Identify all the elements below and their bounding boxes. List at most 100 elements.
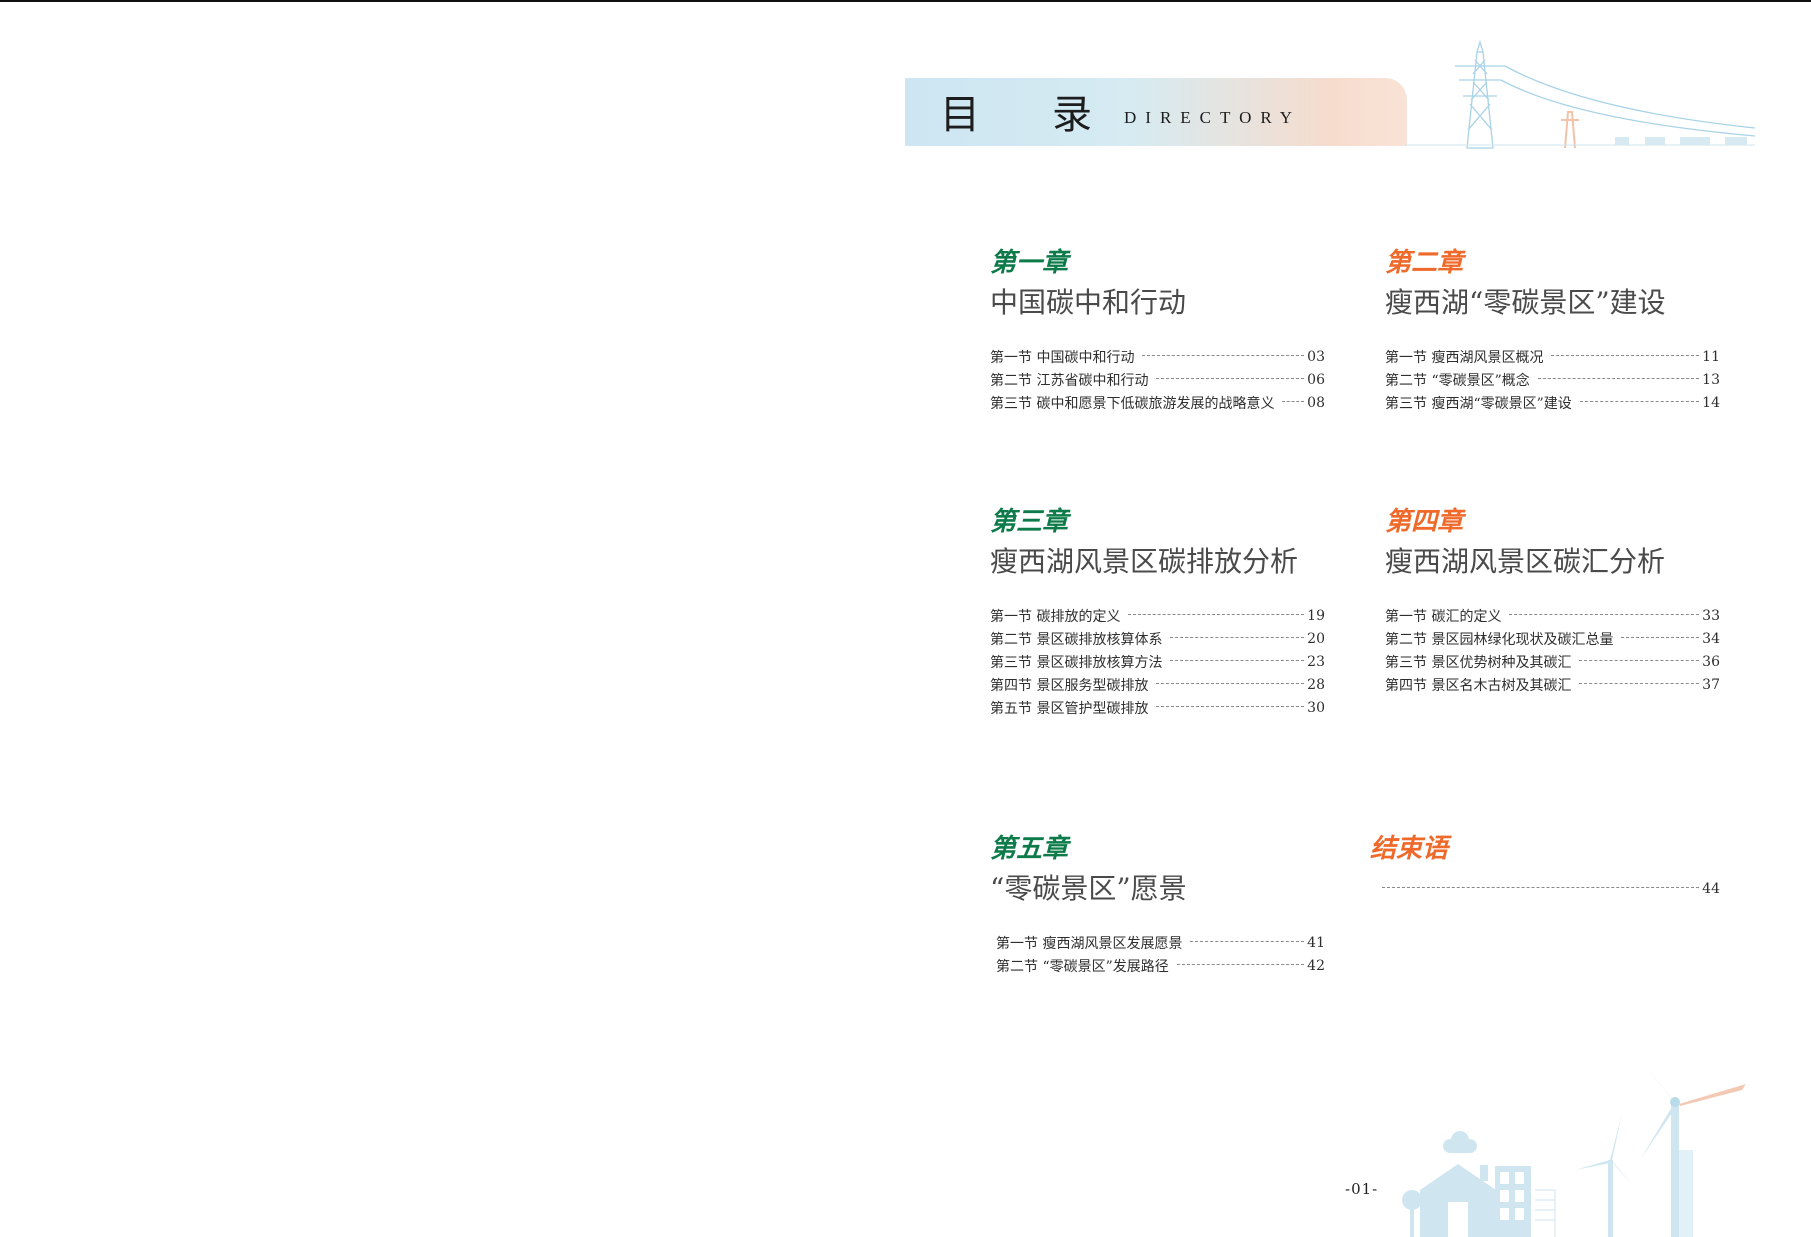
dot-leader — [1156, 683, 1305, 684]
dot-leader — [1142, 355, 1305, 356]
dot-leader — [1509, 614, 1700, 615]
toc-entry[interactable]: 44 — [1382, 877, 1720, 900]
directory-title-char-1: 目 — [940, 92, 980, 138]
dot-leader — [1190, 941, 1305, 942]
toc-entry[interactable]: 第二节 江苏省碳中和行动 06 — [990, 368, 1325, 391]
dot-leader — [1537, 378, 1700, 379]
chapter-5-title: “零碳景区”愿景 — [990, 872, 1187, 905]
chapter-1-sections: 第一节 中国碳中和行动 03 第二节 江苏省碳中和行动 06 第三节 碳中和愿景下低… — [990, 345, 1325, 414]
toc-entry-name: 第一节 碳汇的定义 — [1385, 608, 1502, 625]
dot-leader — [1156, 706, 1305, 707]
toc-entry-name: 第二节 “零碳景区”概念 — [1385, 372, 1530, 389]
chapter-4: 第四章 瘦西湖风景区碳汇分析 第一节 碳汇的定义 33 第二节 景区园林绿化现状及… — [1385, 506, 1720, 696]
chapter-5-sections: 第一节 瘦西湖风景区发展愿景 41 第二节 “零碳景区”发展路径 42 — [990, 931, 1325, 977]
chapter-4-sections: 第一节 碳汇的定义 33 第二节 景区园林绿化现状及碳汇总量 34 第三节 景区优势… — [1385, 604, 1720, 696]
wind-turbine-city-illustration — [1402, 1048, 1746, 1237]
toc-entry-name: 第一节 瘦西湖风景区发展愿景 — [996, 935, 1183, 952]
chapter-2-sections: 第一节 瘦西湖风景区概况 11 第二节 “零碳景区”概念 13 第三节 瘦西湖“零碳… — [1385, 345, 1720, 414]
toc-entry-page: 30 — [1307, 699, 1325, 716]
toc-entry-page: 08 — [1307, 394, 1325, 411]
toc-entry-name: 第三节 瘦西湖“零碳景区”建设 — [1385, 395, 1572, 412]
chapter-3: 第三章 瘦西湖风景区碳排放分析 第一节 碳排放的定义 19 第二节 景区碳排放核算… — [990, 506, 1325, 719]
toc-entry-name: 第四节 景区名木古树及其碳汇 — [1385, 677, 1572, 694]
toc-entry-name: 第二节 景区园林绿化现状及碳汇总量 — [1385, 631, 1614, 648]
dot-leader — [1170, 660, 1305, 661]
toc-entry[interactable]: 第二节 “零碳景区”发展路径 42 — [996, 954, 1325, 977]
toc-entry-page: 13 — [1702, 371, 1720, 388]
dot-leader — [1170, 637, 1305, 638]
dot-leader — [1282, 401, 1305, 402]
toc-entry-page: 42 — [1307, 957, 1325, 974]
chapter-2: 第二章 瘦西湖“零碳景区”建设 第一节 瘦西湖风景区概况 11 第二节 “零碳景区… — [1385, 247, 1720, 414]
toc-entry-page: 06 — [1307, 371, 1325, 388]
toc-entry[interactable]: 第二节 景区园林绿化现状及碳汇总量 34 — [1385, 627, 1720, 650]
chapter-3-label: 第三章 — [990, 507, 1069, 537]
top-border-line — [0, 0, 1811, 2]
toc-entry-page: 20 — [1307, 630, 1325, 647]
toc-entry-page: 33 — [1702, 607, 1720, 624]
conclusion-sections: 44 — [1370, 877, 1720, 900]
toc-entry[interactable]: 第三节 瘦西湖“零碳景区”建设 14 — [1385, 391, 1720, 414]
toc-entry[interactable]: 第一节 瘦西湖风景区发展愿景 41 — [996, 931, 1325, 954]
toc-entry[interactable]: 第三节 碳中和愿景下低碳旅游发展的战略意义 08 — [990, 391, 1325, 414]
toc-entry-page: 23 — [1307, 653, 1325, 670]
dot-leader — [1382, 887, 1700, 888]
toc-entry-page: 19 — [1307, 607, 1325, 624]
toc-entry[interactable]: 第三节 景区碳排放核算方法 23 — [990, 650, 1325, 673]
toc-entry-name: 第二节 景区碳排放核算体系 — [990, 631, 1163, 648]
dot-leader — [1176, 964, 1305, 965]
toc-entry-name: 第三节 碳中和愿景下低碳旅游发展的战略意义 — [990, 395, 1275, 412]
page-number: -01- — [1345, 1180, 1379, 1198]
chapter-5: 第五章 “零碳景区”愿景 第一节 瘦西湖风景区发展愿景 41 第二节 “零碳景区”… — [990, 833, 1325, 977]
conclusion-label: 结束语 — [1370, 834, 1449, 864]
toc-entry-name: 第四节 景区服务型碳排放 — [990, 677, 1149, 694]
toc-entry[interactable]: 第一节 中国碳中和行动 03 — [990, 345, 1325, 368]
dot-leader — [1579, 401, 1700, 402]
toc-entry-page: 03 — [1307, 348, 1325, 365]
toc-entry-page: 41 — [1307, 934, 1325, 951]
toc-entry-name: 第一节 碳排放的定义 — [990, 608, 1121, 625]
toc-entry-page: 37 — [1702, 676, 1720, 693]
toc-entry[interactable]: 第四节 景区名木古树及其碳汇 37 — [1385, 673, 1720, 696]
toc-entry[interactable]: 第一节 碳排放的定义 19 — [990, 604, 1325, 627]
toc-entry-page: 36 — [1702, 653, 1720, 670]
power-tower-illustration — [1405, 40, 1755, 149]
toc-entry[interactable]: 第二节 景区碳排放核算体系 20 — [990, 627, 1325, 650]
toc-entry-name: 第一节 中国碳中和行动 — [990, 349, 1135, 366]
toc-entry[interactable]: 第一节 碳汇的定义 33 — [1385, 604, 1720, 627]
chapter-2-label: 第二章 — [1385, 248, 1464, 278]
toc-entry-name: 第三节 景区优势树种及其碳汇 — [1385, 654, 1572, 671]
toc-entry-page: 28 — [1307, 676, 1325, 693]
chapter-1: 第一章 中国碳中和行动 第一节 中国碳中和行动 03 第二节 江苏省碳中和行动 06… — [990, 247, 1325, 414]
chapter-4-label: 第四章 — [1385, 507, 1464, 537]
chapter-1-label: 第一章 — [990, 248, 1069, 278]
dot-leader — [1579, 660, 1700, 661]
directory-subtitle: DIRECTORY — [1124, 108, 1302, 127]
toc-entry-name: 第一节 瘦西湖风景区概况 — [1385, 349, 1544, 366]
toc-entry-name: 第五节 景区管护型碳排放 — [990, 700, 1149, 717]
toc-entry[interactable]: 第二节 “零碳景区”概念 13 — [1385, 368, 1720, 391]
chapter-3-sections: 第一节 碳排放的定义 19 第二节 景区碳排放核算体系 20 第三节 景区碳排放核算… — [990, 604, 1325, 719]
toc-entry[interactable]: 第三节 景区优势树种及其碳汇 36 — [1385, 650, 1720, 673]
toc-entry-page: 14 — [1702, 394, 1720, 411]
chapter-2-title: 瘦西湖“零碳景区”建设 — [1385, 286, 1666, 319]
toc-entry-name: 第三节 景区碳排放核算方法 — [990, 654, 1163, 671]
dot-leader — [1551, 355, 1700, 356]
chapter-1-title: 中国碳中和行动 — [990, 286, 1187, 319]
dot-leader — [1621, 637, 1700, 638]
toc-entry[interactable]: 第一节 瘦西湖风景区概况 11 — [1385, 345, 1720, 368]
chapter-3-title: 瘦西湖风景区碳排放分析 — [990, 545, 1299, 578]
chapter-4-title: 瘦西湖风景区碳汇分析 — [1385, 545, 1666, 578]
toc-entry-page: 34 — [1702, 630, 1720, 647]
toc-entry-name: 第二节 江苏省碳中和行动 — [990, 372, 1149, 389]
dot-leader — [1156, 378, 1305, 379]
dot-leader — [1579, 683, 1700, 684]
toc-entry-name: 第二节 “零碳景区”发展路径 — [996, 958, 1169, 975]
conclusion: 结束语 44 — [1370, 833, 1720, 900]
toc-entry[interactable]: 第五节 景区管护型碳排放 30 — [990, 696, 1325, 719]
toc-entry-page: 44 — [1702, 880, 1720, 897]
directory-title: 目 录 — [940, 82, 1092, 140]
toc-entry-page: 11 — [1702, 348, 1720, 365]
chapter-5-label: 第五章 — [990, 834, 1069, 864]
toc-entry[interactable]: 第四节 景区服务型碳排放 28 — [990, 673, 1325, 696]
